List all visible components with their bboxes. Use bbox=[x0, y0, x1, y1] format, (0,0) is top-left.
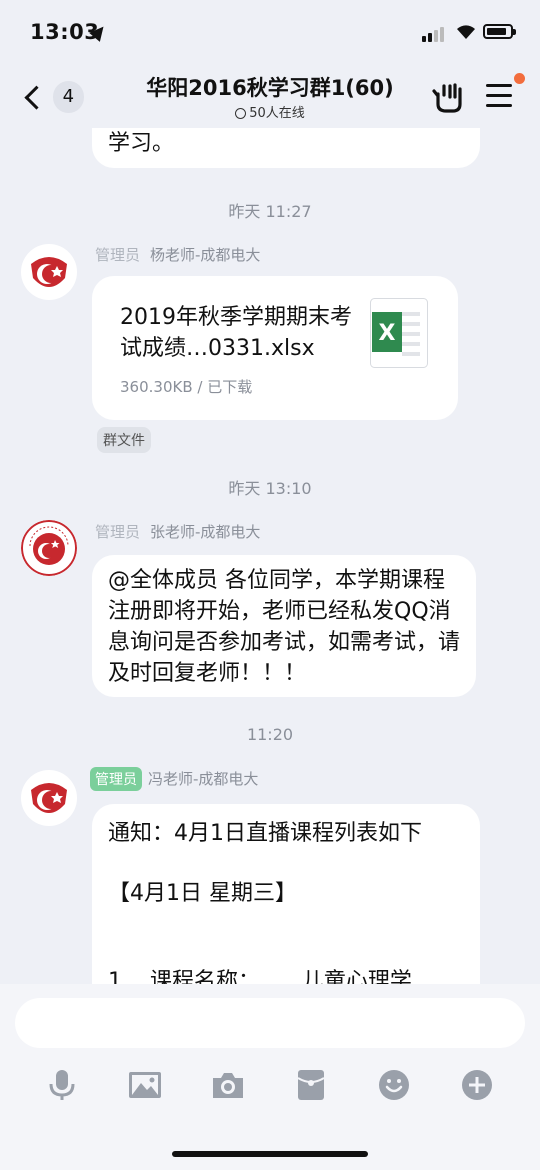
group-file-tag[interactable]: 群文件 bbox=[97, 427, 151, 453]
notification-dot bbox=[514, 73, 525, 84]
file-message-bubble[interactable]: 2019年秋季学期期末考试成绩…0331.xlsx 360.30KB / 已下载… bbox=[92, 276, 458, 420]
message-line: 通知：4月1日直播课程列表如下 bbox=[108, 821, 422, 846]
sender-name[interactable]: 张老师-成都电大 bbox=[150, 523, 260, 541]
online-icon bbox=[235, 108, 247, 119]
timestamp: 昨天 13:10 bbox=[228, 479, 312, 498]
sender-info: 管理员 杨老师-成都电大 bbox=[95, 244, 260, 265]
camera-icon[interactable] bbox=[211, 1068, 245, 1102]
wifi-icon bbox=[457, 25, 475, 39]
online-text: 50人在线 bbox=[249, 106, 305, 121]
file-name: 2019年秋季学期期末考试成绩…0331.xlsx bbox=[120, 305, 352, 361]
avatar[interactable] bbox=[21, 770, 77, 826]
timestamp: 11:20 bbox=[246, 725, 294, 744]
menu-icon[interactable] bbox=[486, 84, 512, 114]
file-meta: 360.30KB / 已下载 bbox=[120, 378, 253, 396]
sender-name[interactable]: 冯老师-成都电大 bbox=[148, 770, 258, 788]
school-logo-icon bbox=[22, 771, 76, 825]
group-title[interactable]: 华阳2016秋学习群1(60) bbox=[110, 72, 430, 102]
chevron-left-icon bbox=[24, 85, 49, 109]
message-line: 1 课程名称： 儿童心理学 bbox=[108, 969, 412, 984]
university-logo-icon bbox=[21, 520, 77, 576]
status-bar: 13:03 bbox=[0, 0, 540, 64]
microphone-icon[interactable] bbox=[45, 1068, 79, 1102]
unread-count-badge: 4 bbox=[52, 81, 84, 113]
sender-info: 管理员 冯老师-成都电大 bbox=[90, 767, 258, 791]
message-bubble[interactable]: @全体成员 各位同学，本学期课程注册即将开始，老师已经私发QQ消息询问是否参加考… bbox=[92, 555, 476, 697]
emoji-icon[interactable] bbox=[377, 1068, 411, 1102]
message-input[interactable] bbox=[15, 998, 525, 1048]
message-bubble[interactable]: 学习。 bbox=[92, 128, 480, 168]
message-text: 学习。 bbox=[108, 131, 175, 156]
plus-icon[interactable] bbox=[460, 1068, 494, 1102]
role-label: 管理员 bbox=[95, 523, 141, 541]
school-logo-icon bbox=[22, 245, 76, 299]
image-icon[interactable] bbox=[128, 1068, 162, 1102]
excel-file-icon: X bbox=[370, 298, 428, 368]
avatar[interactable] bbox=[21, 520, 77, 576]
input-panel bbox=[0, 984, 540, 1170]
online-count: 50人在线 bbox=[110, 102, 430, 121]
home-indicator[interactable] bbox=[172, 1151, 368, 1157]
avatar[interactable] bbox=[21, 244, 77, 300]
hand-gesture-icon[interactable] bbox=[432, 80, 466, 114]
sender-name[interactable]: 杨老师-成都电大 bbox=[150, 246, 260, 264]
message-bubble[interactable]: 通知：4月1日直播课程列表如下 【4月1日 星期三】 1 课程名称： 儿童心理学 bbox=[92, 804, 480, 984]
role-label: 管理员 bbox=[95, 246, 141, 264]
svg-text:X: X bbox=[379, 321, 396, 346]
back-button[interactable]: 4 bbox=[20, 80, 84, 114]
message-text: @全体成员 各位同学，本学期课程注册即将开始，老师已经私发QQ消息询问是否参加考… bbox=[108, 568, 461, 686]
chat-header: 4 华阳2016秋学习群1(60) 50人在线 bbox=[0, 64, 540, 128]
signal-icon bbox=[422, 27, 444, 42]
sender-info: 管理员 张老师-成都电大 bbox=[95, 521, 260, 542]
battery-fill bbox=[487, 28, 506, 35]
chat-messages[interactable]: 学习。 昨天 11:27 管理员 杨老师-成都电大 2019年秋季学期期末考试成绩… bbox=[0, 128, 540, 984]
red-packet-icon[interactable] bbox=[294, 1068, 328, 1102]
battery-icon bbox=[483, 24, 516, 39]
admin-badge: 管理员 bbox=[90, 767, 142, 791]
message-line: 【4月1日 星期三】 bbox=[108, 881, 297, 906]
timestamp: 昨天 11:27 bbox=[228, 202, 312, 221]
